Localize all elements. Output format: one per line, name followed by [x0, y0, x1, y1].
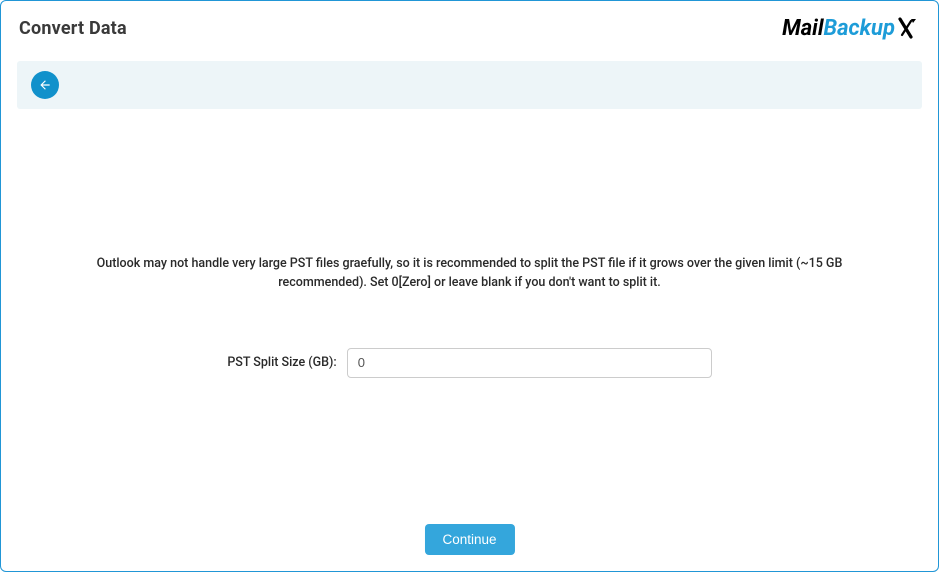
- description-text: Outlook may not handle very large PST fi…: [60, 254, 880, 293]
- header: Convert Data MailBackup: [1, 1, 938, 51]
- logo-text-backup: Backup: [823, 16, 895, 41]
- back-button[interactable]: [31, 71, 59, 99]
- logo-x-icon: [898, 15, 920, 41]
- form-row: PST Split Size (GB):: [1, 348, 938, 378]
- pst-split-size-label: PST Split Size (GB):: [227, 355, 336, 370]
- continue-button[interactable]: Continue: [424, 524, 514, 555]
- toolbar: [17, 61, 922, 109]
- back-arrow-icon: [38, 78, 52, 92]
- page-title: Convert Data: [19, 18, 127, 39]
- pst-split-size-input[interactable]: [347, 348, 712, 378]
- app-logo: MailBackup: [782, 15, 920, 41]
- logo-text-mail: Mail: [782, 16, 823, 41]
- main-content: Outlook may not handle very large PST fi…: [1, 109, 938, 378]
